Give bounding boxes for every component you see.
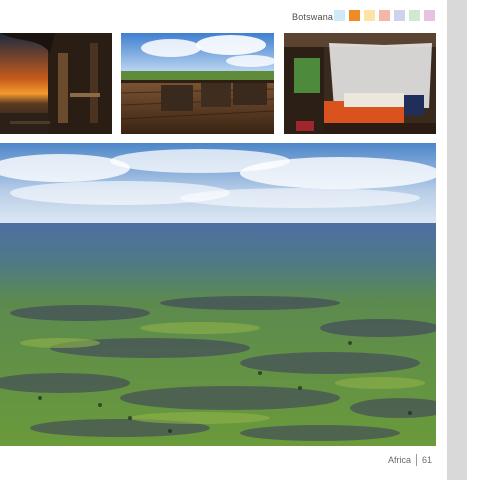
color-swatch-bar	[334, 10, 435, 21]
photo-bedroom	[284, 33, 436, 134]
section-label: Botswana	[292, 12, 334, 22]
color-swatch-7	[424, 10, 435, 21]
page-number: 61	[422, 455, 433, 465]
color-swatch-1	[334, 10, 345, 21]
photo-sunset	[0, 33, 112, 134]
page-footer: Africa 61	[388, 454, 432, 466]
footer-divider	[416, 454, 418, 466]
page-edge-bar	[447, 0, 467, 480]
color-swatch-3	[364, 10, 375, 21]
color-swatch-4	[379, 10, 390, 21]
magazine-page: Botswana Africa 61	[0, 0, 480, 480]
footer-region: Africa	[388, 455, 412, 465]
color-swatch-2	[349, 10, 360, 21]
photo-deck	[121, 33, 274, 134]
color-swatch-6	[409, 10, 420, 21]
photo-aerial-delta	[0, 143, 436, 446]
color-swatch-5	[394, 10, 405, 21]
